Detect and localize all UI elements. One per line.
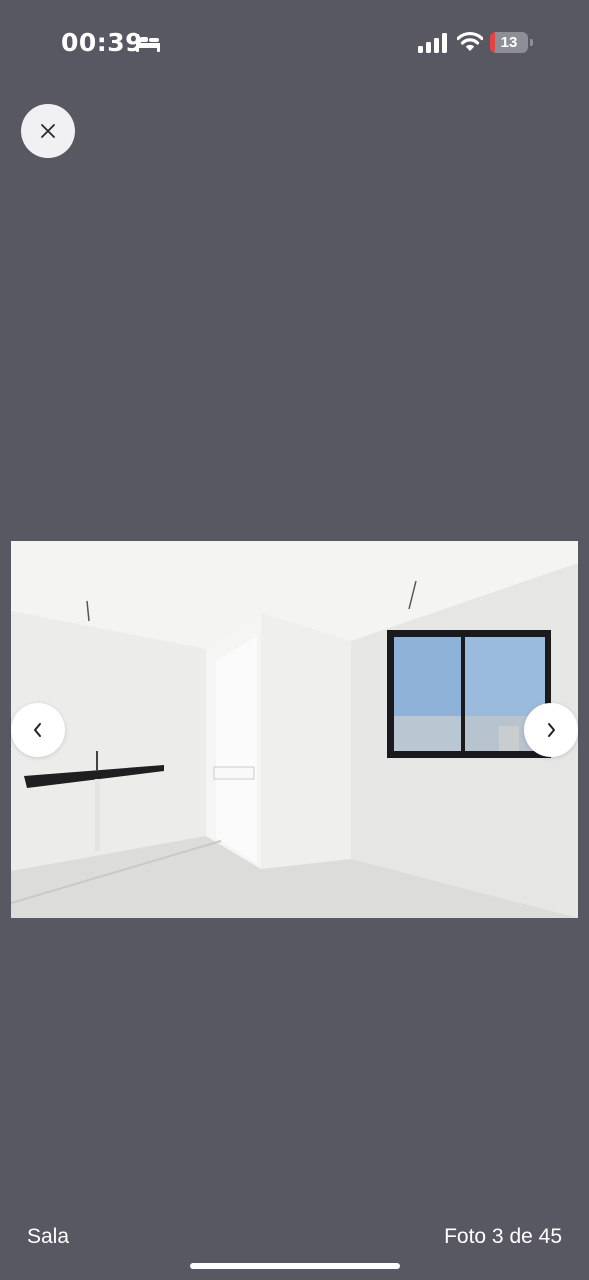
close-button[interactable] (21, 104, 75, 158)
wifi-icon (457, 31, 483, 51)
cellular-signal-icon (418, 33, 447, 53)
bed-icon (136, 34, 160, 52)
gallery-photo[interactable] (11, 541, 578, 918)
photo-counter: Foto 3 de 45 (444, 1225, 562, 1248)
battery-level: 13 (500, 34, 518, 51)
status-time: 00:39 (61, 28, 144, 57)
next-photo-button[interactable] (524, 703, 578, 757)
room-photo-image (11, 541, 578, 918)
photo-caption: Sala (27, 1225, 70, 1248)
chevron-right-icon (548, 723, 555, 737)
chevron-left-icon (34, 723, 41, 737)
previous-photo-button[interactable] (11, 703, 65, 757)
close-icon (41, 124, 55, 138)
battery-indicator: 13 (490, 32, 533, 53)
home-indicator[interactable] (190, 1263, 400, 1269)
status-bar: 00:39 13 (0, 0, 589, 90)
